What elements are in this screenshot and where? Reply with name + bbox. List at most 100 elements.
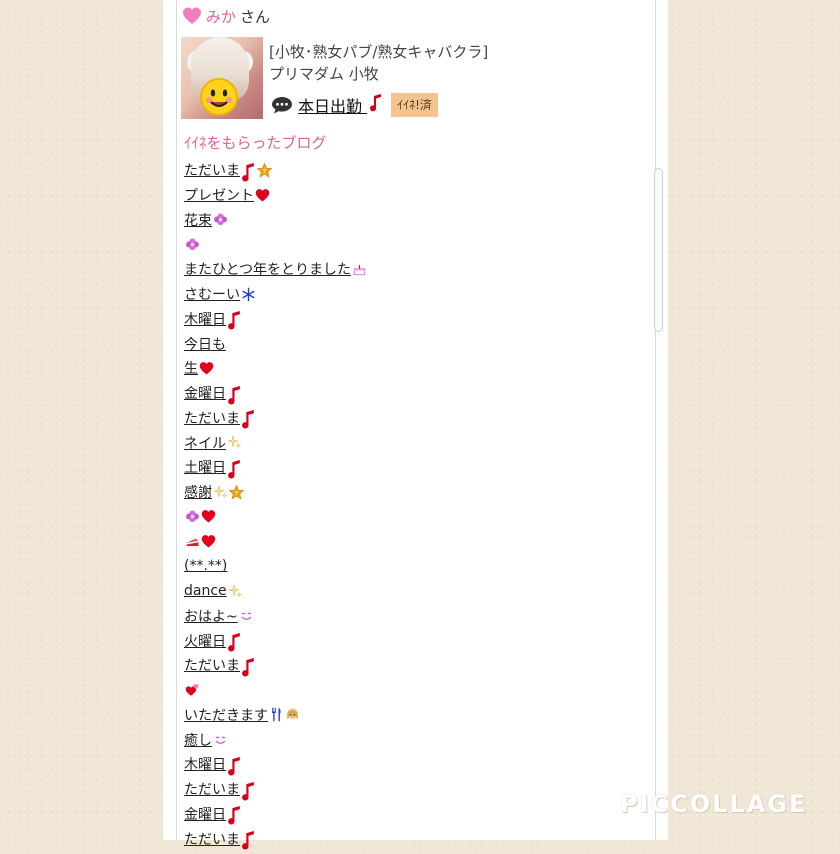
blog-list-item: またひとつ年をとりました: [184, 257, 367, 282]
blog-link[interactable]: ただいま: [184, 829, 256, 850]
blog-list-item: プレゼント: [184, 183, 367, 208]
blog-link[interactable]: 今日も: [184, 334, 226, 354]
note-icon: [241, 831, 256, 850]
blog-title: ネイル: [184, 435, 226, 452]
blog-title: dance: [184, 583, 227, 600]
blog-link[interactable]: ただいま: [184, 779, 256, 801]
blog-link[interactable]: ネイル: [184, 433, 242, 453]
blog-title: 木曜日: [184, 311, 226, 328]
blog-title: 感謝: [184, 485, 212, 502]
blog-title: またひとつ年をとりました: [184, 262, 352, 279]
flower-icon: [185, 237, 200, 252]
cake-icon: [352, 262, 367, 277]
blog-title: 今日も: [184, 336, 226, 353]
blog-list-item: 土曜日: [184, 455, 367, 480]
blog-link[interactable]: ただいま 7: [184, 160, 273, 182]
blog-title: ただいま: [184, 831, 240, 848]
note-icon: [227, 806, 242, 825]
heart-icon: [199, 361, 214, 376]
blog-list-item: [184, 678, 367, 703]
blog-link[interactable]: おはよ~: [184, 606, 254, 626]
shop-name[interactable]: プリマダム 小牧: [269, 63, 379, 84]
blog-link[interactable]: 金曜日: [184, 383, 242, 405]
blog-list-item: ただいま: [184, 826, 367, 851]
blog-list-item: [184, 232, 367, 257]
blog-list-item: 金曜日: [184, 802, 367, 827]
blog-link[interactable]: (**.**): [184, 558, 227, 574]
blog-link[interactable]: [184, 237, 200, 252]
star-badge-icon: 7: [228, 484, 245, 500]
blog-title: ただいま: [184, 410, 240, 427]
smile-icon: [239, 608, 254, 623]
blog-link[interactable]: ただいま: [184, 408, 256, 429]
svg-text:7: 7: [235, 490, 238, 496]
flower-icon: [185, 509, 200, 524]
blog-link[interactable]: 金曜日: [184, 804, 242, 825]
work-today-link[interactable]: 本日出勤: [298, 93, 383, 117]
blog-title: 火曜日: [184, 633, 226, 650]
blog-link[interactable]: 生: [184, 358, 214, 378]
blog-list-item: 癒し: [184, 727, 367, 752]
blog-link[interactable]: 感謝 7: [184, 482, 245, 502]
blog-link[interactable]: 木曜日: [184, 309, 242, 330]
blog-link[interactable]: [184, 509, 216, 524]
avatar[interactable]: [181, 37, 263, 119]
blog-link[interactable]: 土曜日: [184, 457, 242, 479]
blog-title: 花束: [184, 212, 212, 229]
blog-list-item: いただきます: [184, 703, 367, 728]
girl-icon: [285, 707, 300, 722]
blog-link[interactable]: いただきます: [184, 705, 300, 725]
blog-title: 癒し: [184, 732, 212, 749]
blog-link[interactable]: [184, 534, 216, 549]
blog-list-item: さむーい: [184, 282, 367, 307]
sparkle-icon: [227, 435, 242, 450]
snowflake-icon: [241, 287, 256, 302]
blog-list-item: 木曜日: [184, 307, 367, 332]
note-icon: [241, 162, 256, 182]
heart-icon: [255, 188, 270, 203]
note-icon: [227, 385, 242, 405]
star-badge-icon: 7: [256, 162, 273, 178]
blog-list-item: ネイル: [184, 430, 367, 455]
blog-link[interactable]: [184, 683, 200, 698]
blog-link[interactable]: ただいま: [184, 655, 256, 677]
note-icon: [227, 633, 242, 652]
user-name[interactable]: みか: [206, 6, 236, 27]
blog-list-item: ただいま: [184, 406, 367, 431]
watermark-logo: PICCOLLAGE: [620, 790, 808, 818]
blog-list-item: ただいま: [184, 653, 367, 678]
note-icon: [227, 311, 242, 330]
blog-title: プレゼント: [184, 188, 254, 205]
blog-link[interactable]: 火曜日: [184, 631, 242, 652]
blog-list: ただいま 7 プレゼント 花束 またひとつ年をとりました さむーい 木曜日 今日も生金曜日 ただ…: [184, 158, 367, 851]
scrollbar[interactable]: [654, 168, 663, 332]
blog-link[interactable]: またひとつ年をとりました: [184, 259, 367, 279]
heart-icon: [183, 7, 201, 24]
work-today-label: 本日出勤: [298, 97, 363, 116]
blog-link[interactable]: さむーい: [184, 284, 256, 304]
flower-icon: [213, 212, 228, 227]
note-icon: [241, 781, 256, 801]
blog-list-item: ただいま 7: [184, 158, 367, 183]
work-status-row: 本日出勤 ｲｲﾈ!済: [271, 92, 438, 118]
sparkle-icon: [228, 584, 243, 599]
blog-list-item: [184, 529, 367, 554]
blog-title: ただいま: [184, 163, 240, 180]
blog-link[interactable]: 癒し: [184, 730, 228, 750]
blog-list-item: ただいま: [184, 777, 367, 802]
cutlery-icon: [269, 707, 284, 722]
blog-title: さむーい: [184, 287, 240, 304]
blog-title: 金曜日: [184, 806, 226, 823]
cake-slice-icon: [185, 534, 200, 549]
blog-link[interactable]: 木曜日: [184, 754, 242, 776]
honorific: さん: [240, 7, 271, 26]
note-icon: [241, 657, 256, 677]
blog-list-item: dance: [184, 579, 367, 604]
blog-link[interactable]: 花束: [184, 210, 228, 230]
blog-link[interactable]: dance: [184, 583, 243, 599]
blog-list-item: 木曜日: [184, 752, 367, 777]
blog-link[interactable]: プレゼント: [184, 185, 270, 205]
blog-title: おはよ~: [184, 608, 238, 625]
blog-list-item: 生: [184, 356, 367, 381]
blog-list-item: 今日も: [184, 331, 367, 356]
